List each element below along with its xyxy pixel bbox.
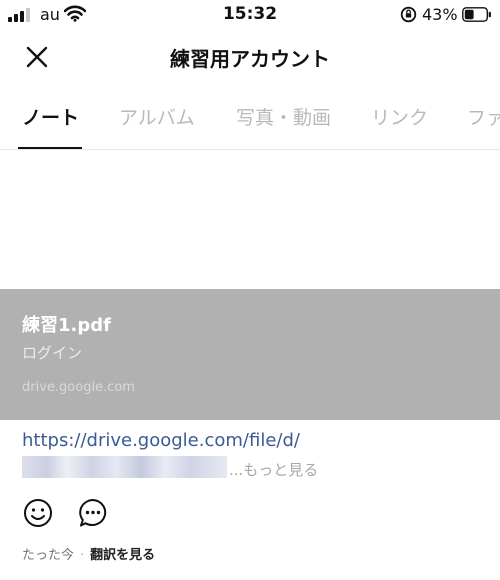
tab-link[interactable]: リンク bbox=[371, 103, 428, 130]
active-tab-indicator bbox=[18, 147, 82, 149]
tab-file[interactable]: ファ bbox=[467, 103, 500, 130]
page-title: 練習用アカウント bbox=[170, 47, 330, 71]
preview-description: ログイン bbox=[22, 344, 83, 362]
rotation-lock-icon bbox=[400, 6, 417, 23]
preview-domain: drive.google.com bbox=[22, 380, 135, 395]
comment-icon[interactable] bbox=[77, 497, 109, 529]
see-more-link[interactable]: ...もっと見る bbox=[229, 459, 318, 480]
preview-title: 練習1.pdf bbox=[22, 315, 111, 336]
status-bar: au 15:32 43% bbox=[0, 0, 500, 30]
tab-album[interactable]: アルバム bbox=[119, 103, 195, 130]
tab-photo-video[interactable]: 写真・動画 bbox=[236, 103, 331, 130]
battery-percent: 43% bbox=[422, 5, 458, 24]
link-preview-card[interactable]: 練習1.pdf ログイン drive.google.com bbox=[0, 289, 500, 420]
post-timestamp: たった今 bbox=[22, 548, 75, 563]
smile-icon[interactable] bbox=[22, 497, 54, 529]
tab-bar: ノート アルバム 写真・動画 リンク ファ bbox=[0, 88, 500, 150]
footer-separator: · bbox=[80, 548, 85, 563]
battery-icon bbox=[462, 7, 491, 22]
header: 練習用アカウント bbox=[0, 30, 500, 84]
post-url-link[interactable]: https://drive.google.com/file/d/ bbox=[22, 430, 300, 451]
tab-note[interactable]: ノート bbox=[22, 103, 79, 130]
blurred-text bbox=[22, 456, 227, 478]
post-footer: たった今 · 翻訳を見る bbox=[22, 544, 155, 563]
translate-link[interactable]: 翻訳を見る bbox=[90, 548, 155, 563]
